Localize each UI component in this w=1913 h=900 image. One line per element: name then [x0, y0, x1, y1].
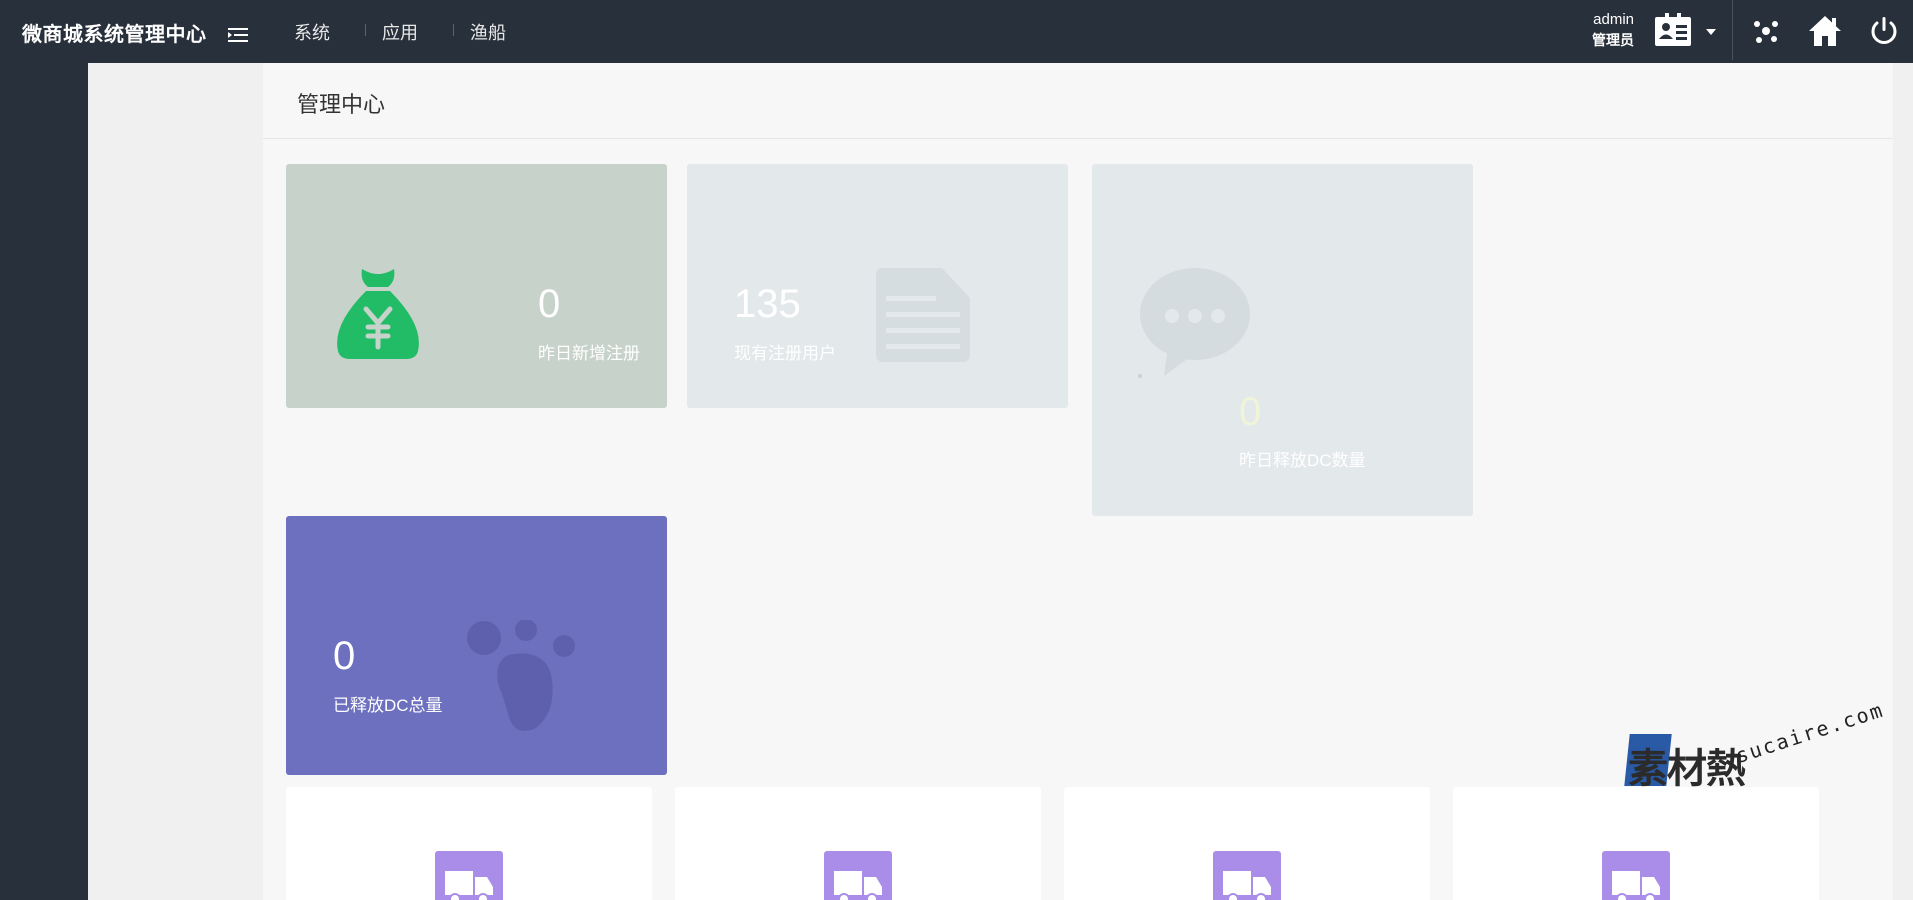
truck-icon	[1602, 851, 1670, 900]
stat-value: 135	[734, 282, 801, 326]
money-bag-icon	[337, 269, 419, 359]
watermark-logo: 素材熱 sucaire.com	[1624, 697, 1887, 792]
stat-card-released-dc-yesterday[interactable]: 0 昨日释放DC数量	[1092, 164, 1473, 516]
left-sidebar	[0, 63, 88, 900]
nav-label: 系统	[294, 22, 330, 43]
nav-label: 应用	[382, 22, 418, 43]
user-name: admin	[1593, 11, 1634, 28]
shortcut-tile[interactable]	[286, 787, 652, 900]
home-icon[interactable]	[1808, 14, 1842, 48]
nav-item-system[interactable]: 系统	[278, 19, 366, 45]
stat-label: 昨日释放DC数量	[1239, 451, 1366, 470]
shortcut-tile[interactable]	[1453, 787, 1819, 900]
user-role: 管理员	[1592, 32, 1634, 48]
stat-label: 现有注册用户	[734, 344, 836, 363]
dots-cluster-icon[interactable]	[1749, 14, 1783, 48]
page-header: 管理中心	[263, 63, 1893, 139]
main-nav: 系统 应用 渔船	[278, 0, 542, 63]
user-menu[interactable]: admin 管理员	[1580, 9, 1740, 55]
stat-card-registered-users[interactable]: 135 现有注册用户	[687, 164, 1068, 408]
scrollbar-track[interactable]	[1893, 63, 1913, 900]
truck-icon	[435, 851, 503, 900]
stat-value: 0	[333, 634, 356, 678]
truck-icon	[824, 851, 892, 900]
chat-bubble-icon	[1138, 268, 1250, 378]
nav-label: 渔船	[470, 22, 506, 43]
shortcut-tile[interactable]	[1064, 787, 1430, 900]
document-icon	[876, 268, 970, 362]
nav-item-fishing-boat[interactable]: 渔船	[454, 19, 542, 45]
sub-sidebar	[88, 63, 263, 900]
watermark-cn: 素材熱	[1628, 747, 1746, 791]
paw-icon	[467, 620, 575, 731]
stat-value: 0	[538, 282, 561, 326]
stat-card-new-registrations[interactable]: 0 昨日新增注册	[286, 164, 667, 408]
stat-label: 已释放DC总量	[333, 696, 443, 715]
shortcut-tile[interactable]	[675, 787, 1041, 900]
stat-card-total-released-dc[interactable]: 0 已释放DC总量	[286, 516, 667, 775]
truck-icon	[1213, 851, 1281, 900]
page-title: 管理中心	[297, 92, 386, 117]
stat-label: 昨日新增注册	[538, 344, 640, 363]
stat-value: 0	[1239, 390, 1262, 434]
divider	[1732, 0, 1733, 60]
nav-item-apps[interactable]: 应用	[366, 19, 454, 45]
top-navbar: 微商城系统管理中心 系统 应用 渔船 admin 管理员	[0, 0, 1913, 63]
chevron-down-icon	[1706, 29, 1716, 35]
menu-toggle-icon[interactable]	[228, 26, 250, 44]
brand-title: 微商城系统管理中心	[22, 24, 207, 46]
id-card-icon	[1654, 13, 1692, 47]
watermark-en: sucaire.com	[1732, 697, 1887, 768]
power-icon[interactable]	[1867, 14, 1901, 48]
